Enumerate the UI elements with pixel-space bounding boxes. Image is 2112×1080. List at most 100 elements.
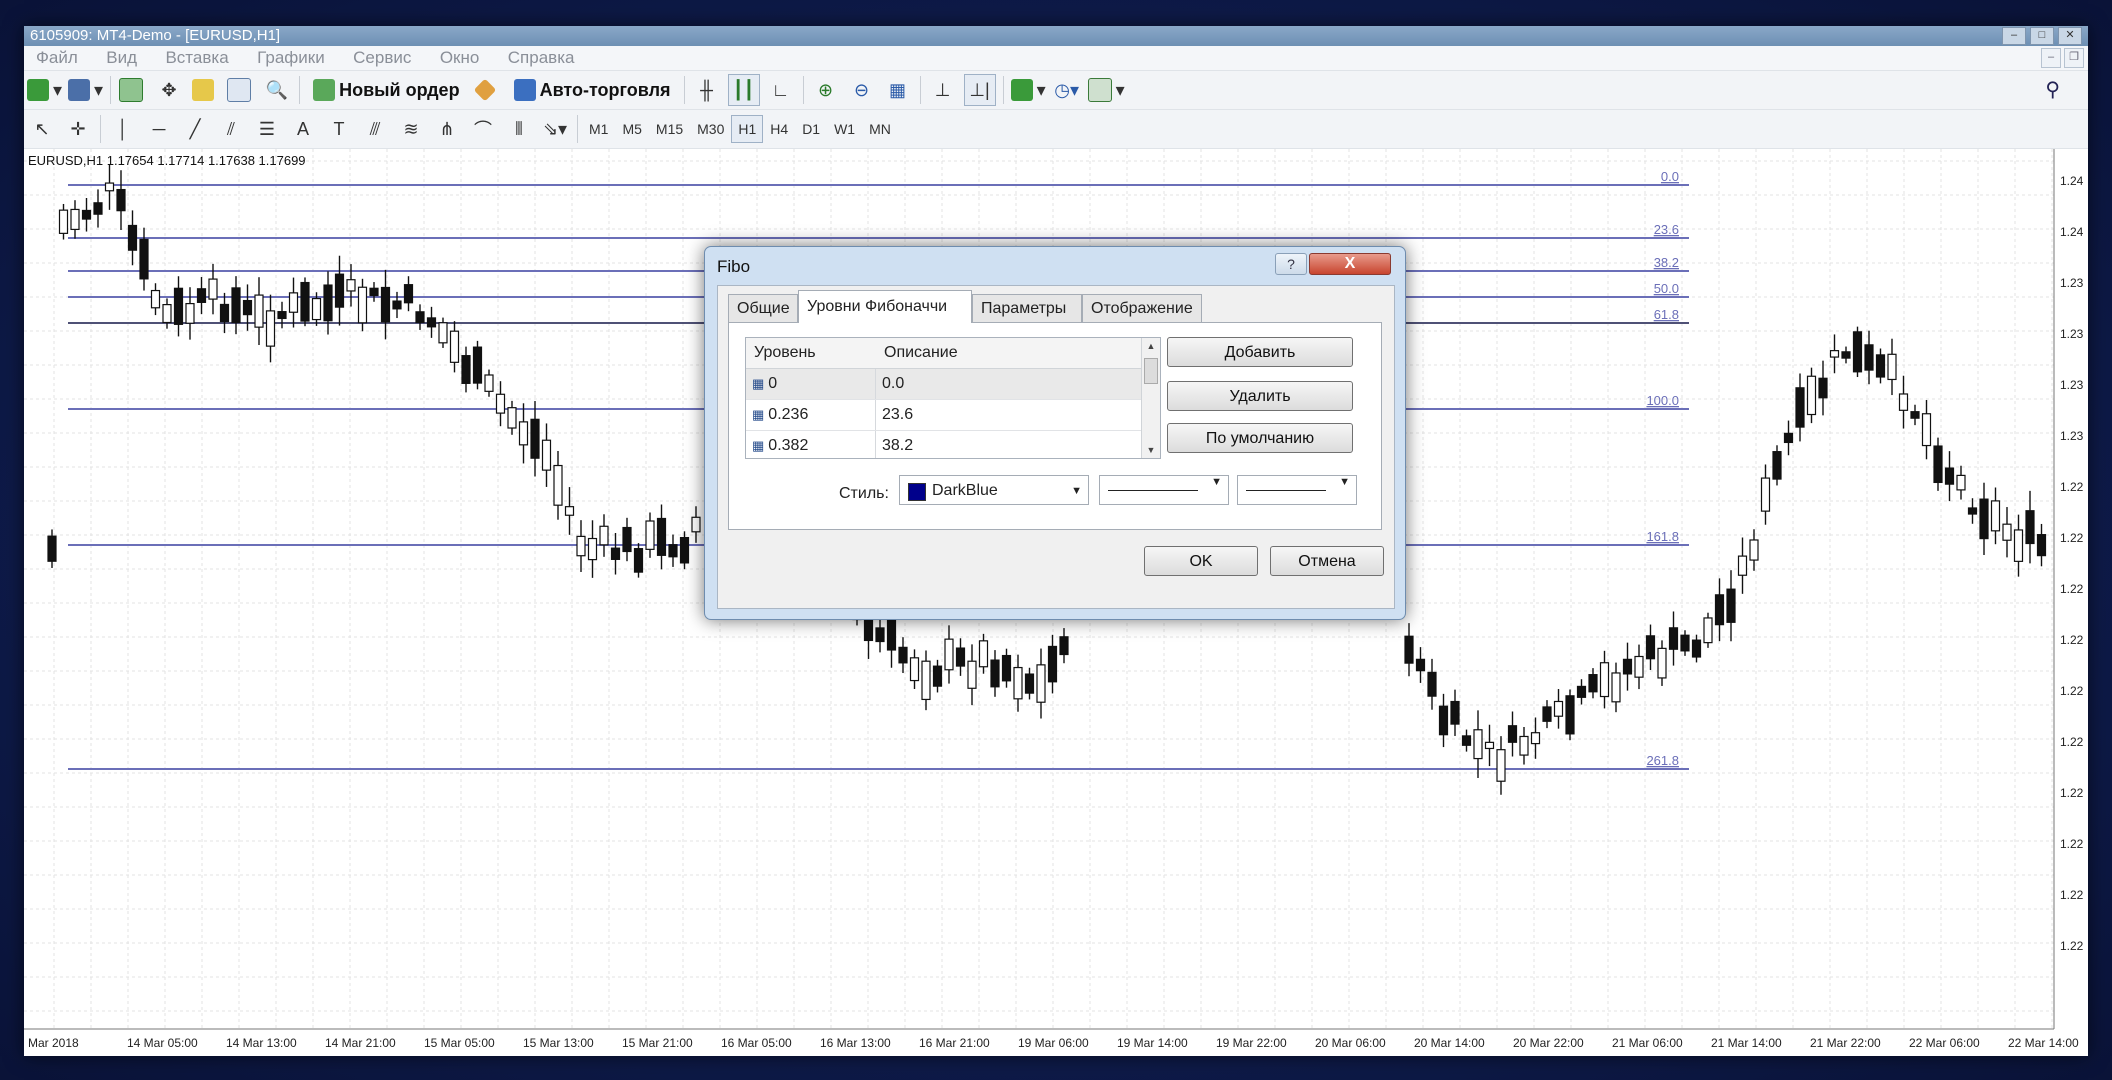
timeframe-h4-button[interactable]: H4 <box>763 115 795 143</box>
menu-tools[interactable]: Сервис <box>341 46 423 70</box>
scroll-thumb[interactable] <box>1144 358 1158 384</box>
table-row[interactable]: ▦ 0.236 23.6 <box>746 400 1160 431</box>
toolbar-separator <box>577 115 578 143</box>
trendline-icon[interactable]: ╱ <box>180 114 210 144</box>
zoom-out-icon[interactable]: ⊖ <box>847 75 877 105</box>
menu-charts[interactable]: Графики <box>245 46 337 70</box>
close-button[interactable]: X <box>1309 253 1391 275</box>
navigator-icon[interactable] <box>190 75 220 105</box>
candle-body <box>495 393 506 414</box>
fibo-level-label: 61.8 <box>1654 307 1679 322</box>
candle-body <box>1956 474 1966 491</box>
candle-body <box>1703 617 1713 644</box>
zoom-in-icon[interactable]: ⊕ <box>811 75 841 105</box>
horizontal-line-icon[interactable]: ─ <box>144 114 174 144</box>
new-chart-icon[interactable]: ▾ <box>27 75 62 105</box>
tile-windows-icon[interactable]: ▦ <box>883 75 913 105</box>
vertical-line-icon[interactable]: │ <box>108 114 138 144</box>
maximize-button[interactable]: □ <box>2030 27 2054 45</box>
default-button[interactable]: По умолчанию <box>1167 423 1353 453</box>
crosshair-icon[interactable]: ✛ <box>63 114 93 144</box>
line-style-select[interactable]: ▼ <box>1099 475 1229 505</box>
timeframe-h1-button[interactable]: H1 <box>731 115 764 143</box>
help-button[interactable]: ? <box>1275 253 1307 275</box>
level-cell[interactable]: ▦ 0.236 <box>746 400 876 430</box>
text-label-icon[interactable]: T <box>324 114 354 144</box>
tab-parameters[interactable]: Параметры <box>972 294 1082 322</box>
candlestick-icon[interactable]: ┃┃ <box>727 74 760 106</box>
templates-icon[interactable]: ▾ <box>1087 75 1125 105</box>
menu-view[interactable]: Вид <box>94 46 149 70</box>
table-scrollbar[interactable]: ▲ ▼ <box>1141 338 1160 458</box>
line-width-select[interactable]: ▼ <box>1237 475 1357 505</box>
timeframe-m15-button[interactable]: M15 <box>649 115 690 143</box>
line-chart-icon[interactable]: ∟ <box>766 75 796 105</box>
periods-icon[interactable]: ◷▾ <box>1052 75 1082 105</box>
timeframe-w1-button[interactable]: W1 <box>827 115 862 143</box>
table-row[interactable]: ▦ 0 0.0 <box>746 369 1160 400</box>
tab-visualization[interactable]: Отображение <box>1082 294 1202 322</box>
new-order-button[interactable]: Новый ордер <box>307 75 465 105</box>
terminal-icon[interactable] <box>226 75 256 105</box>
timeframe-m1-button[interactable]: M1 <box>582 115 615 143</box>
scroll-up-icon[interactable]: ▲ <box>1142 338 1160 354</box>
description-cell[interactable]: 23.6 <box>876 400 1136 430</box>
timeframe-d1-button[interactable]: D1 <box>795 115 827 143</box>
fibonacci-retracement-icon[interactable]: ☰ <box>252 114 282 144</box>
tab-fibonacci-levels[interactable]: Уровни Фибоначчи <box>798 290 972 323</box>
menu-window[interactable]: Окно <box>428 46 492 70</box>
time-axis-label: 21 Mar 14:00 <box>1711 1036 1782 1050</box>
minimize-button[interactable]: – <box>2002 27 2026 45</box>
fibo-arcs-icon[interactable]: ⌒ <box>468 114 498 144</box>
description-cell[interactable]: 0.0 <box>876 369 1136 399</box>
chart-minimize-button[interactable]: – <box>2041 48 2061 68</box>
candle-body <box>1059 636 1069 656</box>
add-button[interactable]: Добавить <box>1167 337 1353 367</box>
timeframe-mn-button[interactable]: MN <box>862 115 898 143</box>
cursor-icon[interactable]: ↖ <box>27 114 57 144</box>
cycle-lines-icon[interactable]: ⦀ <box>504 114 534 144</box>
timeframe-m5-button[interactable]: M5 <box>615 115 648 143</box>
scroll-down-icon[interactable]: ▼ <box>1142 442 1160 458</box>
indicators-icon[interactable]: ▾ <box>1010 75 1046 105</box>
delete-button[interactable]: Удалить <box>1167 381 1353 411</box>
equidistant-channel-icon[interactable]: ⫽ <box>216 114 246 144</box>
bar-chart-icon[interactable]: ╫ <box>692 75 722 105</box>
time-axis-label: 20 Mar 06:00 <box>1315 1036 1386 1050</box>
levels-table: Уровень Описание ▦ 0 0.0 ▦ 0.236 23.6 ▦ 0.3… <box>745 337 1161 459</box>
color-select[interactable]: DarkBlue ▼ <box>899 475 1089 505</box>
pitchfork-icon[interactable]: ⋔ <box>432 114 462 144</box>
candle-body <box>1921 413 1932 447</box>
candle-body <box>208 278 218 300</box>
level-cell[interactable]: ▦ 0.382 <box>746 431 876 458</box>
cancel-button[interactable]: Отмена <box>1270 546 1384 576</box>
strategy-tester-icon[interactable]: 🔍 <box>262 75 292 105</box>
menu-insert[interactable]: Вставка <box>153 46 240 70</box>
timeframe-m30-button[interactable]: M30 <box>690 115 731 143</box>
data-window-icon[interactable]: ✥ <box>154 75 184 105</box>
chart-restore-button[interactable]: ❐ <box>2064 48 2084 68</box>
gann-fan-icon[interactable]: ≋ <box>396 114 426 144</box>
text-tool-icon[interactable]: A <box>288 114 318 144</box>
fibo-fan-icon[interactable]: ⫻ <box>360 114 390 144</box>
candle-body <box>599 525 609 546</box>
profiles-icon[interactable]: ▾ <box>68 75 103 105</box>
chart-shift-icon[interactable]: ⊥| <box>963 74 996 106</box>
metaeditor-icon[interactable] <box>472 75 502 105</box>
level-cell[interactable]: ▦ 0 <box>746 369 876 399</box>
close-window-button[interactable]: ✕ <box>2058 27 2082 45</box>
auto-trading-button[interactable]: Авто-торговля <box>508 75 677 105</box>
menu-help[interactable]: Справка <box>496 46 587 70</box>
fibo-level-label: 23.6 <box>1654 222 1679 237</box>
description-cell[interactable]: 38.2 <box>876 431 1136 458</box>
candle-body <box>1484 741 1495 750</box>
table-row[interactable]: ▦ 0.382 38.2 <box>746 431 1160 458</box>
arrows-menu-icon[interactable]: ⇘▾ <box>540 114 570 144</box>
ok-button[interactable]: OK <box>1144 546 1258 576</box>
market-watch-icon[interactable] <box>118 75 148 105</box>
tab-general[interactable]: Общие <box>728 294 798 322</box>
menu-file[interactable]: Файл <box>24 46 90 70</box>
time-axis-label: 15 Mar 05:00 <box>424 1036 495 1050</box>
search-icon[interactable]: ⚲ <box>2045 77 2060 102</box>
auto-scroll-icon[interactable]: ⊥ <box>928 75 958 105</box>
